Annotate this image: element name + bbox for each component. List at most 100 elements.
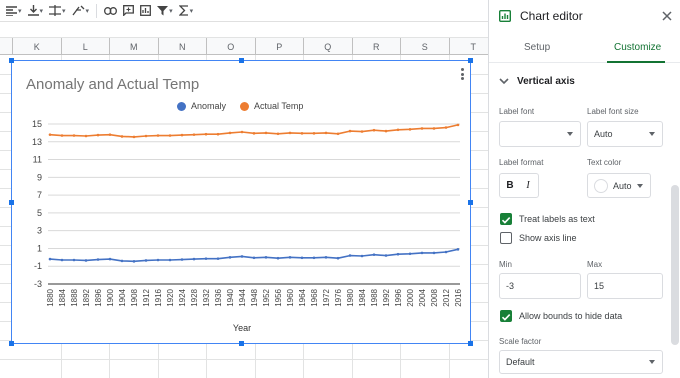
y-tick-label: 15 <box>32 119 42 129</box>
data-point <box>180 133 184 137</box>
data-point <box>252 132 256 135</box>
text-rotation-button[interactable]: ▾ <box>70 2 92 20</box>
x-tick-label: 1880 <box>46 288 55 306</box>
column-header-m[interactable]: M <box>110 38 159 55</box>
align-left-icon <box>6 5 17 16</box>
chevron-down-icon: ▾ <box>85 7 90 15</box>
data-point <box>216 132 220 136</box>
data-point <box>456 123 460 127</box>
show-axis-line-checkbox[interactable] <box>500 232 512 244</box>
data-point <box>96 133 100 137</box>
label-font-dropdown[interactable] <box>499 121 581 147</box>
chart-title[interactable]: Anomaly and Actual Temp <box>26 76 199 93</box>
chevron-down-icon <box>499 78 509 85</box>
tab-setup[interactable]: Setup <box>524 42 550 53</box>
vertical-align-button[interactable]: ▾ <box>26 2 46 20</box>
data-point <box>132 135 136 139</box>
section-vertical-axis[interactable]: Vertical axis <box>499 76 575 87</box>
chevron-down-icon: ▾ <box>189 7 194 15</box>
legend-item-actual-temp[interactable]: Actual Temp <box>240 101 303 111</box>
column-header-k[interactable]: K <box>13 38 62 55</box>
text-wrapping-button[interactable]: ▾ <box>47 2 68 20</box>
x-tick-label: 1996 <box>394 288 403 306</box>
data-point <box>288 131 292 135</box>
italic-button[interactable]: I <box>519 176 537 194</box>
treat-labels-label: Treat labels as text <box>519 214 595 224</box>
scale-factor-value: Default <box>506 357 535 367</box>
chart-editor-title: Chart editor <box>520 9 583 23</box>
insert-comment-button[interactable] <box>121 2 136 20</box>
x-axis-title[interactable]: Year <box>12 323 472 333</box>
data-point <box>420 127 424 130</box>
column-header-q[interactable]: Q <box>304 38 353 55</box>
data-point <box>360 130 364 133</box>
x-tick-label: 1948 <box>250 288 259 306</box>
x-tick-label: 2000 <box>406 288 415 306</box>
data-point <box>396 252 400 256</box>
column-header-p[interactable]: P <box>256 38 304 55</box>
data-point <box>348 129 352 133</box>
data-point <box>444 250 448 254</box>
column-header-n[interactable]: N <box>159 38 207 55</box>
scale-factor-dropdown[interactable]: Default <box>499 350 663 374</box>
filter-button[interactable]: ▾ <box>155 2 175 20</box>
functions-button[interactable]: ▾ <box>177 2 196 20</box>
x-tick-label: 1908 <box>130 288 139 306</box>
horizontal-align-button[interactable]: ▾ <box>4 2 24 20</box>
column-header-r[interactable]: R <box>353 38 401 55</box>
x-tick-label: 1904 <box>118 288 127 306</box>
close-icon[interactable] <box>661 10 673 22</box>
y-tick-label: 1 <box>37 243 42 253</box>
data-point <box>240 255 244 258</box>
x-tick-label: 1968 <box>310 288 319 306</box>
x-tick-label: 1900 <box>106 288 115 306</box>
data-point <box>144 134 148 138</box>
checkmark-icon <box>501 314 511 321</box>
column-header-s[interactable]: S <box>401 38 450 55</box>
text-color-dropdown[interactable]: Auto <box>587 173 651 198</box>
chart-editor-tabs: Setup Customize <box>489 36 680 63</box>
panel-scrollbar[interactable] <box>671 185 679 345</box>
data-point <box>192 257 196 261</box>
data-point <box>168 134 172 137</box>
data-point <box>204 257 208 260</box>
min-input[interactable]: -3 <box>499 273 581 299</box>
y-tick-label: 5 <box>37 208 42 218</box>
insert-chart-button[interactable] <box>138 2 153 20</box>
chevron-down-icon: ▾ <box>39 7 44 15</box>
x-tick-label: 1992 <box>382 288 391 306</box>
label-font-size-dropdown[interactable]: Auto <box>587 121 663 147</box>
legend-item-anomaly[interactable]: Anomaly <box>177 101 226 111</box>
x-tick-label: 1936 <box>214 288 223 306</box>
data-point <box>372 253 376 256</box>
column-header-o[interactable]: O <box>207 38 256 55</box>
max-label: Max <box>587 260 603 269</box>
chart-more-options-icon[interactable] <box>458 67 466 81</box>
color-swatch <box>594 178 608 193</box>
x-tick-label: 1932 <box>202 288 211 306</box>
function-icon <box>178 5 188 16</box>
data-point <box>372 128 376 132</box>
data-point <box>348 254 352 257</box>
insert-link-button[interactable] <box>102 2 119 20</box>
treat-labels-checkbox[interactable] <box>500 213 512 225</box>
data-point <box>108 257 112 261</box>
bold-button[interactable]: B <box>501 176 519 194</box>
label-format-label: Label format <box>499 158 544 167</box>
column-header-l[interactable]: L <box>62 38 110 55</box>
data-point <box>228 131 232 135</box>
data-point <box>228 256 232 259</box>
max-input[interactable]: 15 <box>587 273 663 299</box>
x-tick-label: 1924 <box>178 288 187 306</box>
y-tick-label: -3 <box>34 279 42 289</box>
x-tick-label: 1976 <box>334 288 343 306</box>
chart-object[interactable]: 15 13 11 9 7 5 3 1 -1 -3 1880 1884 1888 1892 1896 1900 1… <box>9 58 473 346</box>
chart-legend[interactable]: Anomaly Actual Temp <box>177 101 303 111</box>
active-tab-indicator <box>607 61 665 63</box>
data-point <box>168 258 172 262</box>
data-point <box>420 251 424 255</box>
tab-customize[interactable]: Customize <box>614 42 661 53</box>
allow-bounds-checkbox[interactable] <box>500 310 512 322</box>
data-point <box>336 256 340 260</box>
select-all-corner[interactable] <box>0 38 13 55</box>
